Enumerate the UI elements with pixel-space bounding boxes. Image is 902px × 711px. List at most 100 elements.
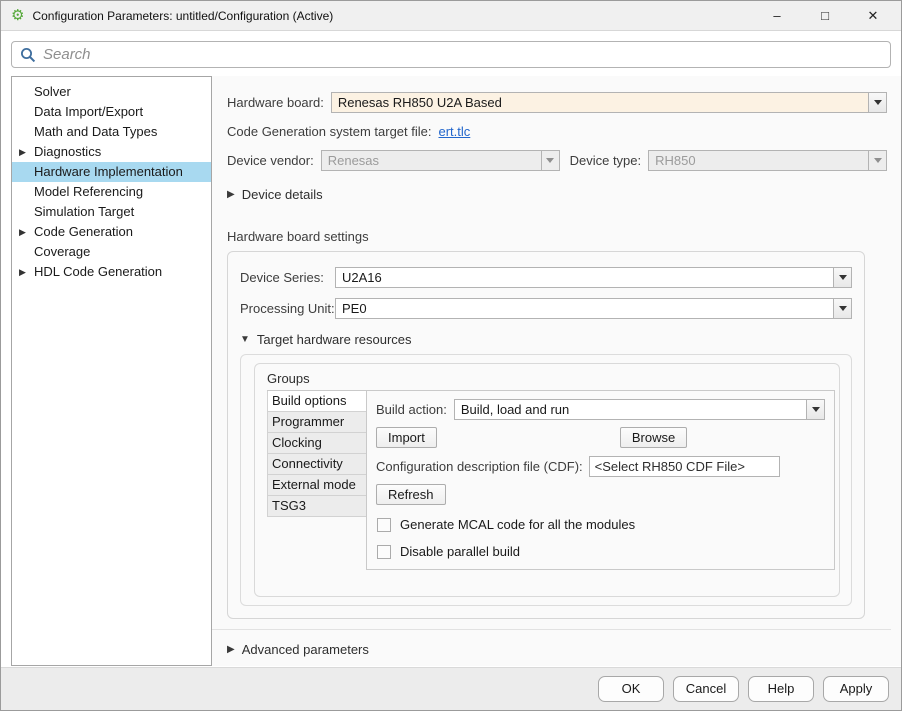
processing-unit-select[interactable]: PE0 (335, 298, 852, 319)
target-resources-toggle[interactable]: ▼ Target hardware resources (240, 332, 852, 347)
configuration-gear-icon: ⚙ (11, 8, 24, 23)
generate-mcal-checkbox[interactable] (377, 518, 391, 532)
device-details-toggle[interactable]: ▶ Device details (227, 187, 891, 202)
collapsed-arrow-icon: ▶ (227, 189, 235, 200)
cancel-button[interactable]: Cancel (673, 676, 739, 702)
groups-tab-list: Build options Programmer Clocking Connec… (267, 390, 367, 517)
build-action-label: Build action: (376, 402, 447, 417)
build-action-select[interactable]: Build, load and run (454, 399, 825, 420)
board-settings-title: Hardware board settings (227, 229, 891, 244)
apply-button[interactable]: Apply (823, 676, 889, 702)
refresh-row: Refresh (376, 484, 825, 505)
search-box[interactable] (11, 41, 891, 68)
dialog-footer: OK Cancel Help Apply (1, 667, 901, 710)
minimize-icon[interactable]: – (767, 8, 787, 23)
sidebar-item-data-import-export[interactable]: Data Import/Export (12, 102, 211, 122)
processing-unit-row: Processing Unit: PE0 (240, 298, 852, 319)
hardware-board-select[interactable]: Renesas RH850 U2A Based (331, 92, 887, 113)
tab-build-options[interactable]: Build options (267, 391, 367, 412)
device-details-label: Device details (242, 187, 323, 202)
processing-unit-value: PE0 (336, 299, 833, 318)
close-icon[interactable]: ✕ (863, 8, 883, 24)
sidebar-item-math-and-data-types[interactable]: Math and Data Types (12, 122, 211, 142)
groups-label: Groups (267, 371, 835, 386)
dropdown-arrow-icon (868, 151, 886, 170)
category-tree: Solver Data Import/Export Math and Data … (11, 76, 212, 666)
window-title: Configuration Parameters: untitled/Confi… (32, 9, 333, 23)
cdf-file-input[interactable]: <Select RH850 CDF File> (589, 456, 780, 477)
device-series-row: Device Series: U2A16 (240, 267, 852, 288)
collapsed-arrow-icon: ▶ (227, 644, 235, 655)
dropdown-arrow-icon (541, 151, 559, 170)
main-pane: Hardware board: Renesas RH850 U2A Based … (212, 76, 901, 666)
sidebar-item-code-generation[interactable]: ▶Code Generation (12, 222, 211, 242)
tab-connectivity[interactable]: Connectivity (267, 454, 367, 475)
sidebar-item-coverage[interactable]: Coverage (12, 242, 211, 262)
advanced-parameters-toggle[interactable]: ▶ Advanced parameters (227, 642, 891, 657)
device-type-value: RH850 (649, 151, 868, 170)
refresh-button[interactable]: Refresh (376, 484, 446, 505)
groups-frame: Groups Build options Programmer Clocking… (254, 363, 840, 597)
maximize-icon[interactable]: □ (815, 8, 835, 23)
device-series-value: U2A16 (336, 268, 833, 287)
generate-mcal-label: Generate MCAL code for all the modules (400, 517, 635, 532)
device-type-label: Device type: (570, 153, 642, 168)
device-vendor-value: Renesas (322, 151, 541, 170)
cdf-label: Configuration description file (CDF): (376, 459, 583, 474)
dropdown-arrow-icon[interactable] (806, 400, 824, 419)
sidebar-item-model-referencing[interactable]: Model Referencing (12, 182, 211, 202)
device-type-select: RH850 (648, 150, 887, 171)
search-icon (20, 47, 36, 63)
ok-button[interactable]: OK (598, 676, 664, 702)
section-divider (212, 629, 891, 630)
search-input[interactable] (43, 46, 882, 63)
generate-mcal-row: Generate MCAL code for all the modules (377, 517, 825, 532)
device-vendor-select: Renesas (321, 150, 560, 171)
advanced-parameters-label: Advanced parameters (242, 642, 369, 657)
expand-arrow-icon[interactable]: ▶ (19, 142, 26, 162)
target-resources-label: Target hardware resources (257, 332, 412, 347)
expand-arrow-icon[interactable]: ▶ (19, 262, 26, 282)
target-file-label: Code Generation system target file: (227, 124, 432, 139)
window-controls: – □ ✕ (767, 8, 891, 24)
sidebar-item-solver[interactable]: Solver (12, 82, 211, 102)
sidebar-item-diagnostics[interactable]: ▶Diagnostics (12, 142, 211, 162)
target-file-row: Code Generation system target file: ert.… (227, 124, 891, 139)
target-resources-frame: Groups Build options Programmer Clocking… (240, 354, 852, 606)
device-row: Device vendor: Renesas Device type: RH85… (227, 150, 891, 171)
dropdown-arrow-icon[interactable] (833, 268, 851, 287)
cdf-row: Configuration description file (CDF): <S… (376, 456, 825, 477)
help-button[interactable]: Help (748, 676, 814, 702)
browse-button[interactable]: Browse (620, 427, 687, 448)
board-settings-groupbox: Device Series: U2A16 Processing Unit: PE… (227, 251, 865, 619)
hardware-board-value: Renesas RH850 U2A Based (332, 93, 868, 112)
ert-tlc-link[interactable]: ert.tlc (439, 124, 471, 139)
tab-clocking[interactable]: Clocking (267, 433, 367, 454)
device-series-label: Device Series: (240, 270, 335, 285)
title-bar: ⚙ Configuration Parameters: untitled/Con… (1, 1, 901, 31)
expanded-arrow-icon: ▼ (240, 334, 250, 345)
hardware-board-row: Hardware board: Renesas RH850 U2A Based (227, 92, 891, 113)
sidebar-item-hdl-code-generation[interactable]: ▶HDL Code Generation (12, 262, 211, 282)
import-browse-row: Import Browse (376, 427, 825, 448)
device-vendor-label: Device vendor: (227, 153, 314, 168)
dropdown-arrow-icon[interactable] (868, 93, 886, 112)
sidebar-item-simulation-target[interactable]: Simulation Target (12, 202, 211, 222)
expand-arrow-icon[interactable]: ▶ (19, 222, 26, 242)
tab-programmer[interactable]: Programmer (267, 412, 367, 433)
tab-tsg3[interactable]: TSG3 (267, 496, 367, 517)
processing-unit-label: Processing Unit: (240, 301, 335, 316)
tab-external-mode[interactable]: External mode (267, 475, 367, 496)
build-action-value: Build, load and run (455, 400, 806, 419)
search-row (1, 31, 901, 76)
build-options-panel: Build action: Build, load and run Import… (366, 390, 835, 570)
build-action-row: Build action: Build, load and run (376, 399, 825, 420)
sidebar-item-hardware-implementation[interactable]: Hardware Implementation (12, 162, 211, 182)
device-series-select[interactable]: U2A16 (335, 267, 852, 288)
hardware-board-label: Hardware board: (227, 95, 324, 110)
disable-parallel-row: Disable parallel build (377, 544, 825, 559)
import-button[interactable]: Import (376, 427, 437, 448)
disable-parallel-label: Disable parallel build (400, 544, 520, 559)
dropdown-arrow-icon[interactable] (833, 299, 851, 318)
disable-parallel-checkbox[interactable] (377, 545, 391, 559)
